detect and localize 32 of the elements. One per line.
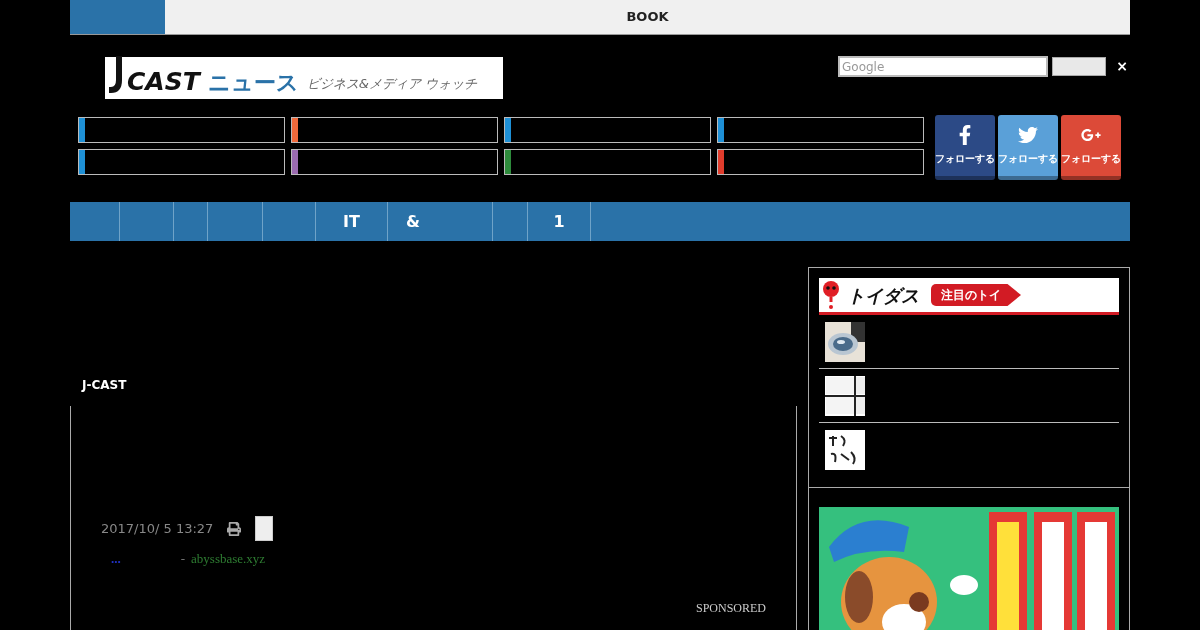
- search-field[interactable]: Google: [838, 56, 1048, 77]
- category-box[interactable]: [78, 148, 285, 175]
- section-label: J-CAST: [80, 377, 128, 394]
- top-bar-title: BOOK: [626, 8, 669, 27]
- source-link[interactable]: abyssbase.xyz: [191, 549, 266, 569]
- nav-item[interactable]: &: [388, 202, 493, 241]
- separator-text: -: [180, 550, 186, 568]
- article-date: 2017/10/ 5 13:27: [101, 519, 214, 538]
- category-box[interactable]: [78, 117, 285, 143]
- logo-tagline: ビジネス&メディア ウォッチ: [306, 77, 478, 90]
- category-box[interactable]: [717, 148, 924, 175]
- question-mascot-icon: [821, 280, 841, 310]
- badge: 注目のトイ: [931, 284, 1021, 306]
- logo-name: ニュース: [207, 72, 299, 94]
- bird-icon: [1018, 125, 1038, 145]
- follow-button[interactable]: フォローする: [1061, 115, 1121, 180]
- follow-button[interactable]: フォローする: [998, 115, 1058, 180]
- category-box[interactable]: [504, 117, 711, 143]
- follow-button[interactable]: フォローする: [935, 115, 995, 180]
- print-icon: [227, 521, 242, 536]
- logo[interactable]: CAST ニュース ビジネス&メディア ウォッチ: [105, 57, 503, 99]
- brand-name: トイダス: [847, 283, 919, 308]
- category-box[interactable]: [291, 148, 498, 175]
- category-box[interactable]: [291, 117, 498, 143]
- small-button[interactable]: [255, 516, 274, 541]
- close-button[interactable]: ×: [1114, 56, 1130, 77]
- category-box[interactable]: [504, 148, 711, 175]
- category-box[interactable]: [717, 117, 924, 143]
- logo-mark: CAST: [127, 69, 200, 94]
- sponsored-label: SPONSORED: [695, 599, 766, 617]
- nav-item[interactable]: IT: [316, 202, 388, 241]
- nav-item[interactable]: 1: [528, 202, 591, 241]
